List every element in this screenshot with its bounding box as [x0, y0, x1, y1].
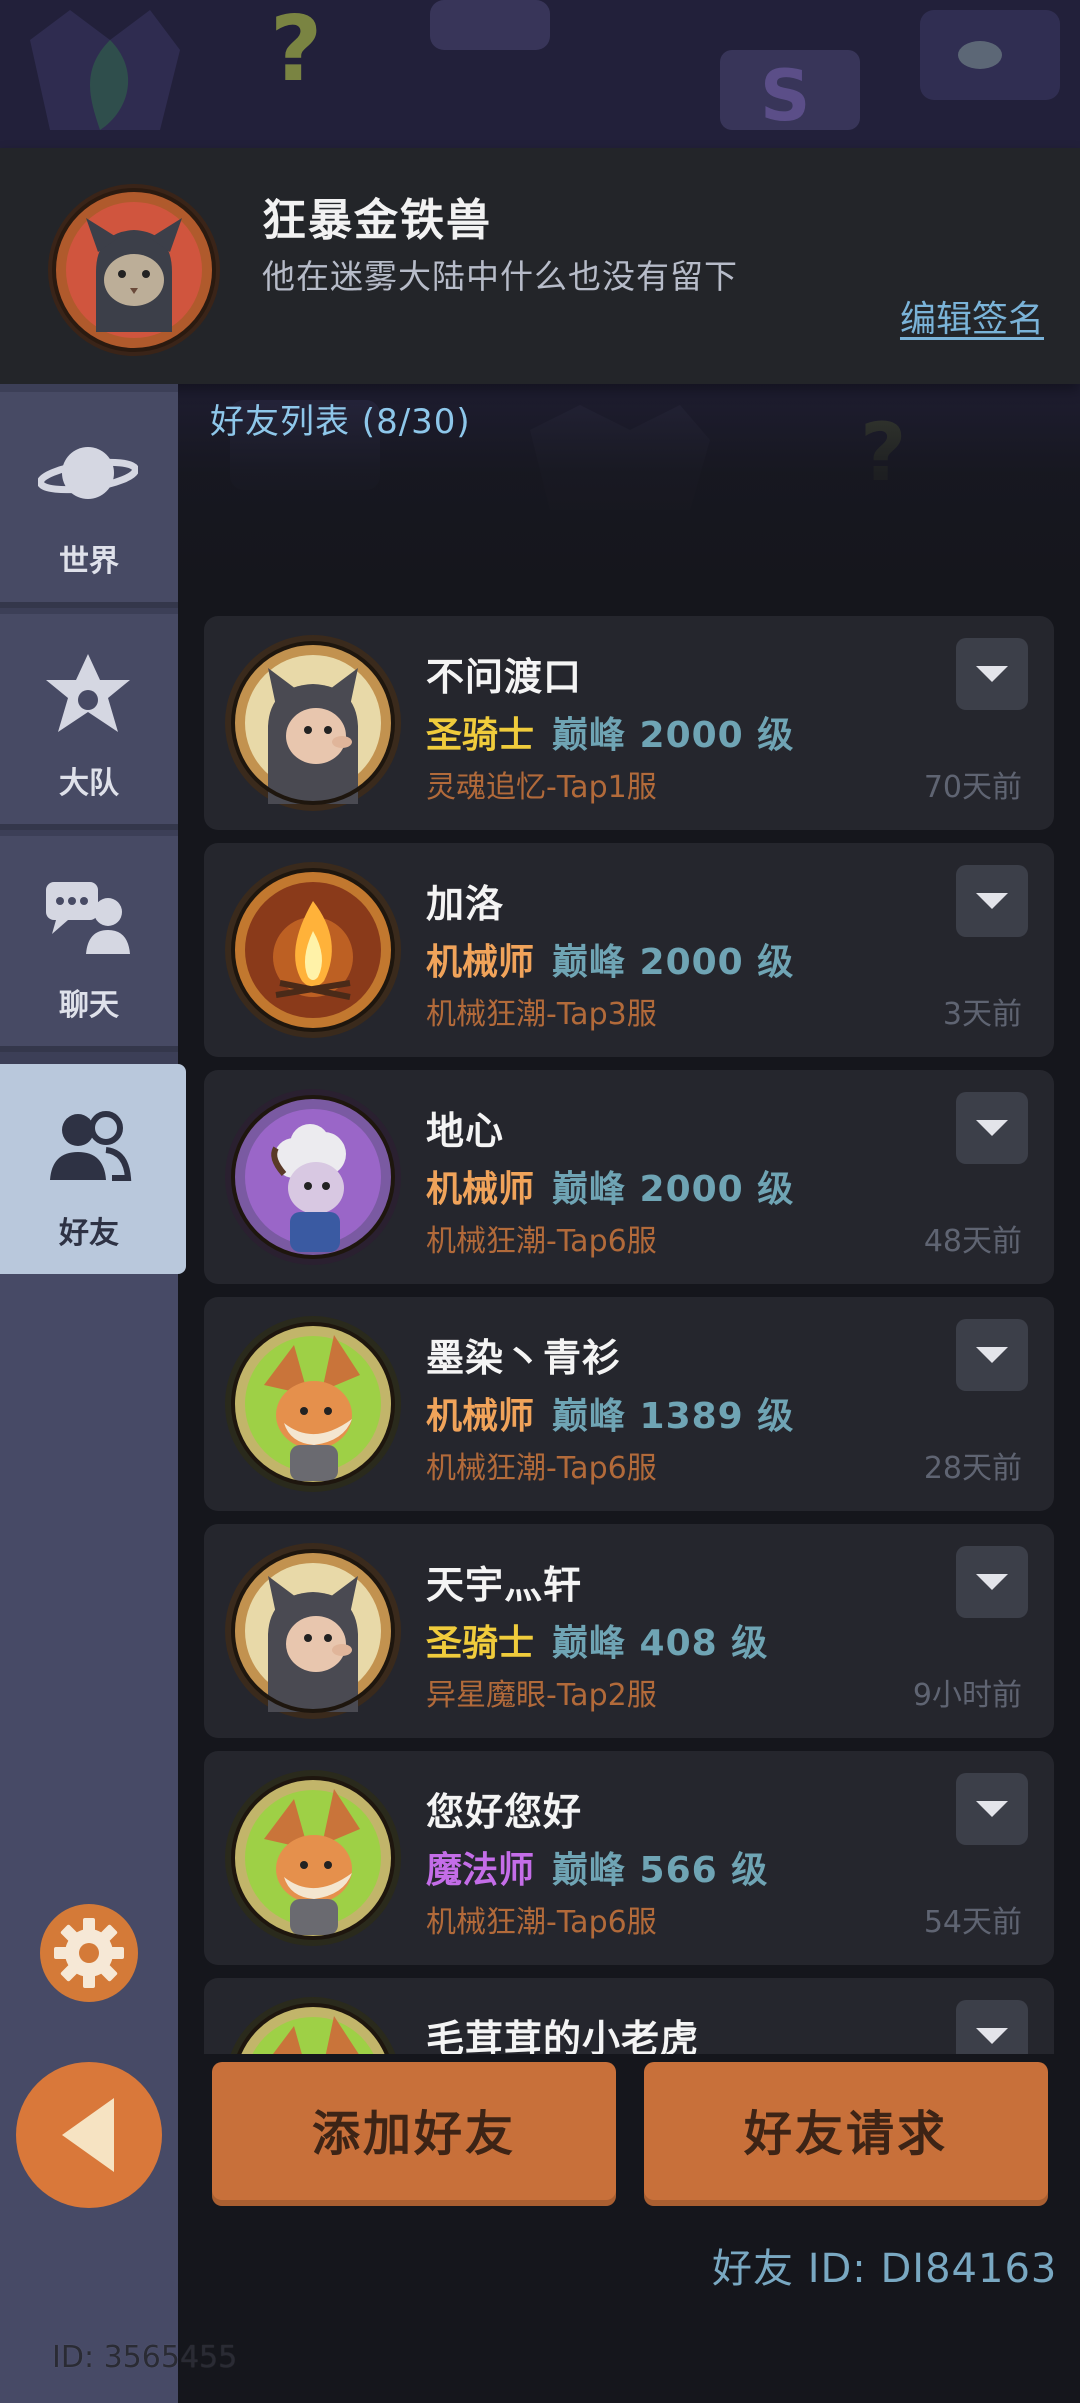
chevron-down-icon — [976, 666, 1008, 682]
svg-text:?: ? — [270, 0, 322, 100]
tab-world-label: 世界 — [59, 544, 119, 579]
friend-name: 地心 — [426, 1109, 505, 1153]
edit-signature-link[interactable]: 编辑签名 — [900, 290, 1044, 342]
friend-card[interactable]: 墨染丶青衫机械师 巅峰 1389 级机械狂潮-Tap6服 28天前 — [204, 1297, 1054, 1511]
tab-world[interactable]: 世界 — [0, 392, 178, 608]
friend-list[interactable]: 不问渡口 圣骑士 巅峰 2000 级灵魂追忆-Tap1服 70天前 加洛 机械师 巅峰 20… — [204, 616, 1054, 2054]
friend-level: 巅峰 1389 级 — [552, 1396, 795, 1437]
friend-id-label: 好友 ID: DI84163 — [712, 2246, 1058, 2292]
settings-button[interactable] — [40, 1904, 138, 2002]
friend-level: 巅峰 408 级 — [552, 1623, 769, 1664]
profile-signature: 他在迷雾大陆中什么也没有留下 — [262, 257, 738, 296]
friend-name: 不问渡口 — [426, 655, 583, 699]
friend-server: 灵魂追忆-Tap1服 — [426, 770, 657, 805]
friend-name: 加洛 — [426, 882, 505, 926]
friend-server: 异星魔眼-Tap2服 — [426, 1678, 657, 1713]
friend-server: 机械狂潮-Tap6服 — [426, 1905, 657, 1940]
friend-name: 天宇灬轩 — [426, 1563, 583, 1607]
friend-last-online: 54天前 — [923, 1905, 1022, 1940]
friend-name: 您好您好 — [426, 1790, 583, 1834]
gear-icon — [54, 1918, 124, 1988]
friend-options-button[interactable] — [956, 1546, 1028, 1618]
campfire-avatar[interactable] — [224, 861, 402, 1039]
chevron-down-icon — [976, 1347, 1008, 1363]
tab-friends[interactable]: 好友 — [0, 1064, 186, 1274]
profile-name: 狂暴金铁兽 — [262, 195, 492, 246]
cat-hood-avatar[interactable] — [224, 634, 402, 812]
friend-class: 魔法师 — [426, 1850, 535, 1891]
question-mark-decoration-icon: ? — [270, 0, 322, 100]
friend-last-online: 70天前 — [923, 770, 1022, 805]
leaf-decoration-icon — [90, 40, 129, 130]
chevron-down-icon — [976, 893, 1008, 909]
friend-server: 机械狂潮-Tap3服 — [426, 997, 657, 1032]
friend-options-button[interactable] — [956, 1773, 1028, 1845]
friend-class: 机械师 — [426, 942, 535, 983]
friend-options-button[interactable] — [956, 1319, 1028, 1391]
friend-request-button[interactable]: 好友请求 — [644, 2062, 1048, 2206]
scroll-decoration-icon — [430, 0, 550, 50]
friends-icon — [50, 1111, 132, 1181]
chevron-down-icon — [976, 1574, 1008, 1590]
friend-last-online: 3天前 — [942, 997, 1022, 1032]
friend-name: 毛茸茸的小老虎 — [426, 2017, 700, 2054]
user-id-footer: ID: 3565455 — [52, 2340, 238, 2375]
back-button[interactable] — [16, 2062, 162, 2208]
friend-last-online: 48天前 — [923, 1224, 1022, 1259]
add-friend-button[interactable]: 添加好友 — [212, 2062, 616, 2206]
friend-class: 机械师 — [426, 1169, 535, 1210]
tab-friends-label: 好友 — [59, 1216, 119, 1251]
friend-card[interactable]: 不问渡口圣骑士 巅峰 2000 级灵魂追忆-Tap1服 70天前 — [204, 616, 1054, 830]
friend-options-button[interactable] — [956, 1092, 1028, 1164]
friend-last-online: 28天前 — [923, 1451, 1022, 1486]
friend-level: 巅峰 2000 级 — [552, 942, 795, 983]
guild-emblem-icon — [46, 654, 130, 732]
tab-guild-label: 大队 — [59, 766, 119, 801]
friend-level: 巅峰 2000 级 — [552, 715, 795, 756]
chest-decoration-icon: S — [720, 50, 860, 137]
friend-card[interactable]: 您好您好魔法师 巅峰 566 级机械狂潮-Tap6服 54天前 — [204, 1751, 1054, 1965]
friend-name: 墨染丶青衫 — [426, 1336, 622, 1380]
back-arrow-icon — [62, 2098, 114, 2172]
planet-icon — [38, 447, 138, 499]
tab-chat-label: 聊天 — [59, 988, 119, 1023]
friend-server: 机械狂潮-Tap6服 — [426, 1224, 657, 1259]
fox-avatar[interactable] — [224, 1769, 402, 1947]
friend-options-button[interactable] — [956, 865, 1028, 937]
profile-avatar[interactable] — [46, 182, 222, 358]
friend-card[interactable]: 天宇灬轩圣骑士 巅峰 408 级异星魔眼-Tap2服 9小时前 — [204, 1524, 1054, 1738]
chat-icon — [46, 882, 130, 954]
friend-server: 机械狂潮-Tap6服 — [426, 1451, 657, 1486]
friend-options-button[interactable] — [956, 638, 1028, 710]
friend-class: 机械师 — [426, 1396, 535, 1437]
friend-card[interactable]: 毛茸茸的小老虎 — [204, 1978, 1054, 2054]
friend-class: 圣骑士 — [426, 715, 535, 756]
friend-options-button[interactable] — [956, 2000, 1028, 2054]
sheep-avatar[interactable] — [224, 1088, 402, 1266]
friend-card[interactable]: 地心机械师 巅峰 2000 级机械狂潮-Tap6服 48天前 — [204, 1070, 1054, 1284]
chevron-down-icon — [976, 1801, 1008, 1817]
friend-list-title: 好友列表 (8/30) — [210, 402, 471, 442]
chevron-down-icon — [976, 2028, 1008, 2044]
friend-class: 圣骑士 — [426, 1623, 535, 1664]
svg-text:S: S — [760, 55, 810, 137]
friend-level: 巅峰 566 级 — [552, 1850, 769, 1891]
tab-chat[interactable]: 聊天 — [0, 836, 178, 1052]
fox-avatar[interactable] — [224, 1996, 402, 2054]
fox-avatar[interactable] — [224, 1315, 402, 1493]
friend-level: 巅峰 2000 级 — [552, 1169, 795, 1210]
chevron-down-icon — [976, 1120, 1008, 1136]
profile-header: 狂暴金铁兽 他在迷雾大陆中什么也没有留下 编辑签名 — [0, 148, 1080, 384]
gem-decoration-icon — [920, 10, 1060, 100]
friend-last-online: 9小时前 — [912, 1678, 1022, 1713]
tab-guild[interactable]: 大队 — [0, 614, 178, 830]
cat-hood-avatar[interactable] — [224, 1542, 402, 1720]
friend-card[interactable]: 加洛机械师 巅峰 2000 级机械狂潮-Tap3服 3天前 — [204, 843, 1054, 1057]
